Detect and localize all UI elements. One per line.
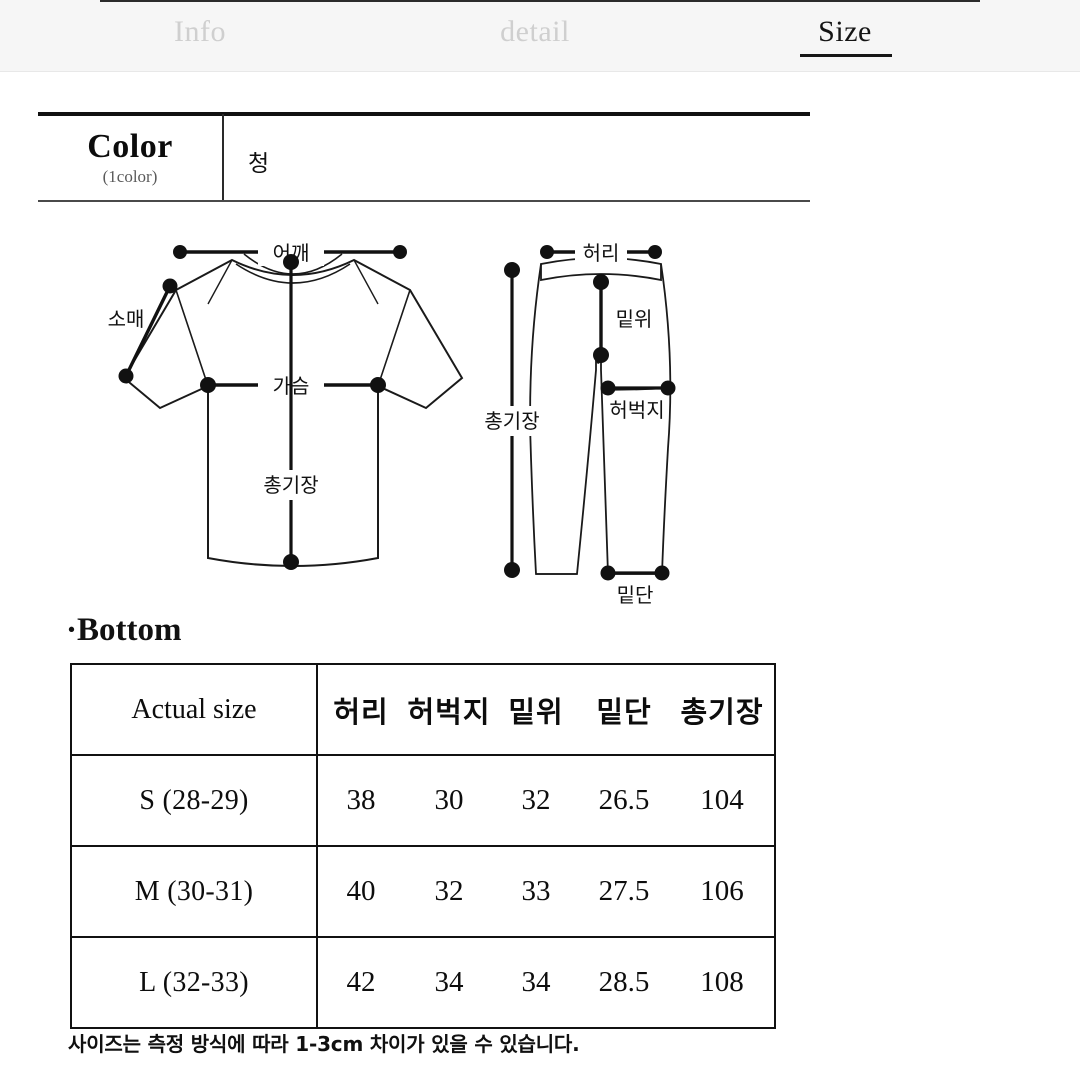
- cell-s-hem: 26.5: [598, 784, 650, 816]
- tab-size-label: Size: [818, 15, 872, 48]
- cell-l-rise: 34: [521, 966, 551, 998]
- tab-info[interactable]: Info: [110, 12, 290, 58]
- pants-diagram: 허리 밑위 허벅지 밑단 총기장: [470, 238, 676, 607]
- header-metric-rise: 밑위: [508, 694, 564, 729]
- header-metric-total-length: 총기장: [680, 694, 764, 729]
- section-title-bottom: ·Bottom: [66, 612, 182, 648]
- tab-detail[interactable]: detail: [440, 12, 630, 58]
- label-hem: 밑단: [617, 583, 654, 607]
- label-sleeve: 소매: [108, 307, 145, 331]
- tab-bar-top-rule: [100, 0, 980, 2]
- color-section-bottom-rule: [38, 200, 810, 202]
- cell-s-total-length: 104: [700, 784, 744, 816]
- cell-s-waist: 38: [346, 784, 376, 816]
- label-waist: 허리: [583, 241, 620, 265]
- size-disclaimer: 사이즈는 측정 방식에 따라 1-3cm 차이가 있을 수 있습니다.: [68, 1032, 580, 1056]
- cell-s-thigh: 30: [434, 784, 464, 816]
- cell-m-waist: 40: [346, 875, 376, 907]
- label-rise: 밑위: [616, 307, 653, 331]
- size-table: Actual size 허리 허벅지 밑위 밑단 총기장 S (28-29) 3…: [70, 663, 776, 1029]
- row-size-s: S (28-29): [70, 754, 318, 847]
- row-values-m: 40 32 33 27.5 106: [316, 845, 776, 938]
- tab-size[interactable]: Size: [760, 12, 930, 58]
- color-section-top-rule: [38, 112, 810, 116]
- header-metric-thigh: 허벅지: [407, 694, 491, 729]
- cell-m-rise: 33: [521, 875, 551, 907]
- row-size-l: L (32-33): [70, 936, 318, 1029]
- cell-m-thigh: 32: [434, 875, 464, 907]
- cell-l-total-length: 108: [700, 966, 744, 998]
- row-size-m: M (30-31): [70, 845, 318, 938]
- color-count: (1color): [102, 167, 158, 186]
- header-metric-hem: 밑단: [596, 694, 652, 729]
- color-section: Color (1color) 청: [38, 112, 810, 202]
- measurement-diagrams: 어깨 소매 가슴 총기장: [0, 218, 1080, 618]
- cell-s-rise: 32: [521, 784, 551, 816]
- color-title: Color: [87, 128, 173, 165]
- tab-bar: Info detail Size: [0, 0, 1080, 72]
- label-bottom-total-length: 총기장: [484, 409, 539, 433]
- table-header-row: Actual size 허리 허벅지 밑위 밑단 총기장: [70, 663, 776, 756]
- color-value: 청: [248, 151, 270, 177]
- tab-detail-label: detail: [500, 15, 570, 48]
- row-values-s: 38 30 32 26.5 104: [316, 754, 776, 847]
- cell-l-waist: 42: [346, 966, 376, 998]
- t-shirt-diagram: 어깨 소매 가슴 총기장: [108, 238, 464, 570]
- label-thigh: 허벅지: [609, 398, 664, 422]
- cell-m-hem: 27.5: [598, 875, 650, 907]
- header-metrics: 허리 허벅지 밑위 밑단 총기장: [316, 663, 776, 756]
- header-actual-size: Actual size: [70, 663, 318, 756]
- color-label-group: Color (1color): [38, 128, 222, 188]
- label-top-total-length: 총기장: [263, 473, 318, 497]
- color-section-divider: [222, 114, 224, 202]
- table-row: L (32-33) 42 34 34 28.5 108: [70, 936, 776, 1029]
- cell-m-total-length: 106: [700, 875, 744, 907]
- cell-l-hem: 28.5: [598, 966, 650, 998]
- tab-info-label: Info: [174, 15, 226, 48]
- table-row: M (30-31) 40 32 33 27.5 106: [70, 845, 776, 938]
- table-row: S (28-29) 38 30 32 26.5 104: [70, 754, 776, 847]
- row-values-l: 42 34 34 28.5 108: [316, 936, 776, 1029]
- tab-size-active-underline: [800, 54, 892, 57]
- cell-l-thigh: 34: [434, 966, 464, 998]
- header-metric-waist: 허리: [333, 694, 389, 729]
